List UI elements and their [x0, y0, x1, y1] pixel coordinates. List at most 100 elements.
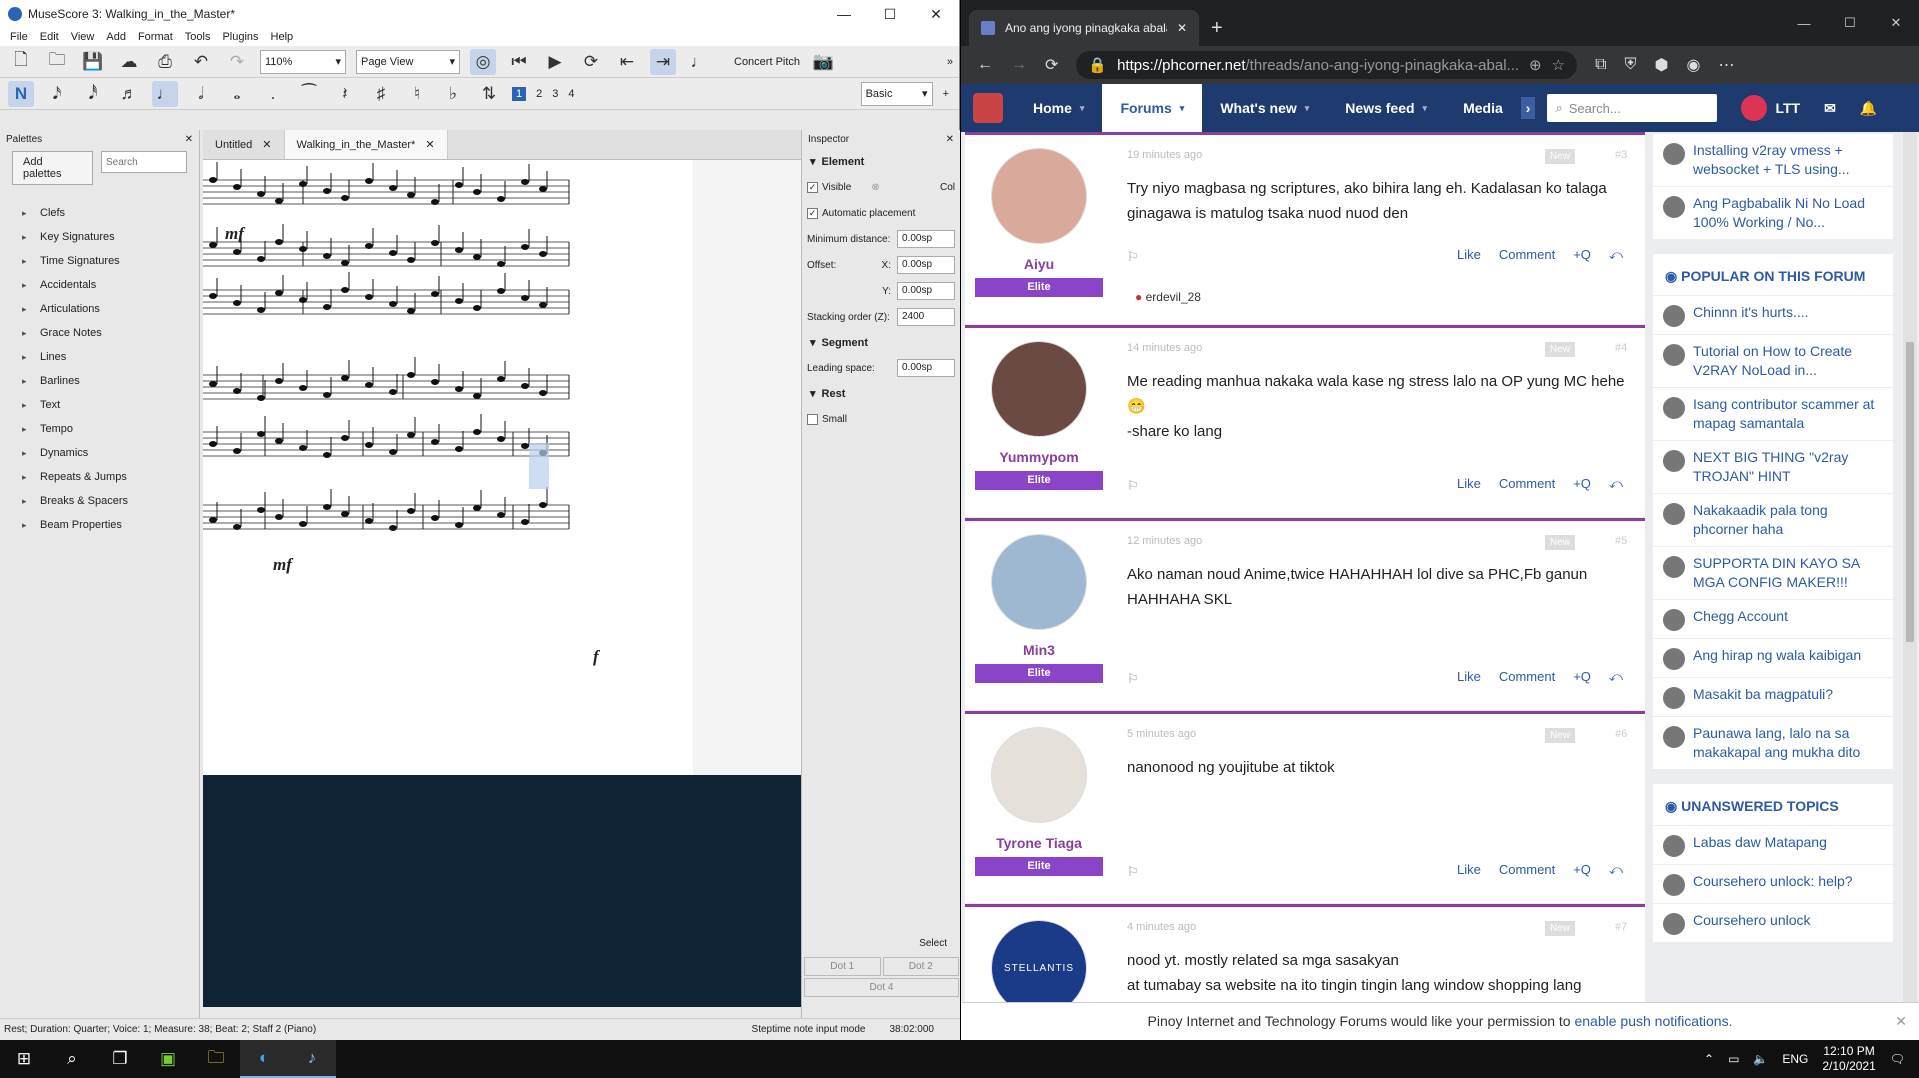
- overflow-icon[interactable]: »: [947, 56, 953, 68]
- palette-item[interactable]: Lines: [0, 345, 199, 369]
- phcorner-logo-icon[interactable]: [973, 93, 1003, 123]
- post-author[interactable]: Min3: [965, 642, 1113, 658]
- segment-section[interactable]: ▾ Segment: [802, 330, 960, 355]
- close-icon[interactable]: ✕: [946, 134, 954, 145]
- quote-button[interactable]: +Q: [1573, 476, 1591, 492]
- note-input-icon[interactable]: N: [8, 80, 34, 107]
- clock[interactable]: 12:10 PM 2/10/2021: [1822, 1044, 1875, 1074]
- extension-icon[interactable]: ⬢: [1655, 55, 1669, 75]
- site-search-input[interactable]: ⌕ Search...: [1547, 94, 1718, 122]
- post-author[interactable]: Aiyu: [965, 256, 1113, 272]
- flat-icon[interactable]: ♭: [440, 81, 466, 107]
- visible-checkbox[interactable]: ✓: [807, 181, 818, 193]
- report-flag-icon[interactable]: ⚐: [1127, 671, 1139, 687]
- quote-button[interactable]: +Q: [1573, 669, 1591, 685]
- offset-y-input[interactable]: 0.00sp: [897, 282, 955, 300]
- list-item[interactable]: Chegg Account: [1653, 600, 1893, 639]
- menu-format[interactable]: Format: [138, 31, 173, 43]
- open-folder-icon[interactable]: 🗀: [44, 49, 70, 75]
- list-item[interactable]: Ang Pagbabalik Ni No Load 100% Working /…: [1653, 187, 1893, 240]
- element-section[interactable]: ▾ Element: [802, 149, 960, 174]
- offset-x-input[interactable]: 0.00sp: [897, 256, 955, 274]
- redo-icon[interactable]: ↷: [224, 49, 250, 75]
- add-palettes-button[interactable]: Add palettes: [12, 151, 93, 185]
- share-icon[interactable]: ⤺: [1609, 862, 1623, 878]
- list-item[interactable]: NEXT BIG THING "v2ray TROJAN" HINT: [1653, 441, 1893, 494]
- palette-item[interactable]: Repeats & Jumps: [0, 465, 199, 489]
- network-icon[interactable]: ▭: [1728, 1052, 1739, 1066]
- user-name[interactable]: LTT: [1775, 100, 1800, 116]
- comment-button[interactable]: Comment: [1499, 247, 1555, 263]
- palette-item[interactable]: Articulations: [0, 297, 199, 321]
- half-note-icon[interactable]: 𝅗𝅥: [188, 81, 214, 107]
- menu-help[interactable]: Help: [271, 31, 294, 43]
- share-icon[interactable]: ⤺: [1609, 669, 1623, 685]
- palette-item[interactable]: Dynamics: [0, 441, 199, 465]
- user-avatar[interactable]: [1741, 95, 1768, 121]
- list-item[interactable]: Labas daw Matapang: [1653, 826, 1893, 865]
- mail-icon[interactable]: ✉: [1824, 100, 1836, 117]
- palette-item[interactable]: Beam Properties: [0, 513, 199, 537]
- min-distance-input[interactable]: 0.00sp: [897, 230, 955, 248]
- list-item[interactable]: Chinnn it's hurts....: [1653, 296, 1893, 335]
- avatar[interactable]: STELLANTIS: [991, 920, 1087, 1004]
- list-item[interactable]: Coursehero unlock: [1653, 904, 1893, 943]
- address-bar[interactable]: 🔒 https://phcorner.net/threads/ano-ang-i…: [1076, 51, 1578, 79]
- edge-browser-icon[interactable]: ◐: [240, 1040, 288, 1078]
- undo-icon[interactable]: ↶: [188, 49, 214, 75]
- zoom-select[interactable]: 110% ▾: [260, 49, 346, 74]
- dot-1-button[interactable]: Dot 1: [804, 957, 881, 976]
- tray-chevron-icon[interactable]: ⌃: [1704, 1052, 1714, 1066]
- post-time[interactable]: 5 minutes ago: [1127, 728, 1196, 740]
- upload-cloud-icon[interactable]: ☁: [116, 49, 142, 75]
- palette-item[interactable]: Key Signatures: [0, 225, 199, 249]
- extension-icon[interactable]: ⧉: [1595, 56, 1606, 74]
- share-icon[interactable]: ⤺: [1609, 476, 1623, 492]
- whole-note-icon[interactable]: 𝅝: [224, 81, 250, 107]
- post-time[interactable]: 12 minutes ago: [1127, 535, 1202, 547]
- list-item[interactable]: Tutorial on How to Create V2RAY NoLoad i…: [1653, 335, 1893, 388]
- post-number[interactable]: #4: [1615, 342, 1627, 354]
- enable-push-link[interactable]: enable push notifications.: [1574, 1013, 1732, 1029]
- avatar[interactable]: [991, 534, 1087, 630]
- small-checkbox[interactable]: [807, 413, 818, 425]
- sixteenth-note-icon[interactable]: ♬: [116, 81, 142, 107]
- natural-icon[interactable]: ♮: [404, 81, 430, 107]
- new-file-icon[interactable]: 🗋: [8, 49, 34, 75]
- rest-section[interactable]: ▾ Rest: [802, 381, 960, 406]
- list-item[interactable]: SUPPORTA DIN KAYO SA MGA CONFIG MAKER!!!: [1653, 547, 1893, 600]
- browser-tab[interactable]: Ano ang iyong pinagkaka abalahan ✕: [969, 10, 1199, 46]
- nav-media[interactable]: Media: [1445, 84, 1521, 132]
- close-icon[interactable]: ✕: [262, 138, 271, 151]
- post-author[interactable]: Tyrone Tiaga: [965, 835, 1113, 851]
- new-tab-icon[interactable]: +: [1211, 17, 1223, 40]
- loop-out-icon[interactable]: ⇥: [650, 48, 676, 75]
- list-item[interactable]: Nakakaadik pala tong phcorner haha: [1653, 494, 1893, 547]
- minimize-icon[interactable]: —: [1781, 16, 1827, 31]
- language-indicator[interactable]: ENG: [1782, 1052, 1808, 1066]
- play-icon[interactable]: ▶: [542, 49, 568, 75]
- workspace-select[interactable]: Basic ▾: [860, 81, 933, 106]
- list-item[interactable]: Isang contributor scammer at mapag saman…: [1653, 388, 1893, 441]
- camera-icon[interactable]: 📷: [810, 49, 836, 75]
- dot-icon[interactable]: .: [260, 81, 286, 107]
- post-time[interactable]: 4 minutes ago: [1127, 921, 1196, 933]
- close-icon[interactable]: ✕: [1895, 1003, 1907, 1039]
- windows-start-icon[interactable]: ⊞: [0, 1040, 48, 1078]
- close-icon[interactable]: ✕: [913, 6, 959, 23]
- close-icon[interactable]: ✕: [1177, 21, 1187, 35]
- palette-item[interactable]: Accidentals: [0, 273, 199, 297]
- voice-1-button[interactable]: 1: [512, 86, 527, 101]
- share-icon[interactable]: ⤺: [1609, 247, 1623, 263]
- report-flag-icon[interactable]: ⚐: [1127, 864, 1139, 880]
- post-number[interactable]: #7: [1615, 921, 1627, 933]
- tab-walking-in-the-master[interactable]: Walking_in_the_Master* ✕: [284, 130, 448, 159]
- thirty-second-note-icon[interactable]: 𝅘𝅥𝅰: [80, 81, 106, 107]
- add-icon[interactable]: ⊕: [1529, 56, 1542, 74]
- nav-news-feed[interactable]: News feed ▾: [1327, 84, 1445, 132]
- list-item[interactable]: Paunawa lang, lalo na sa makakapal ang m…: [1653, 717, 1893, 770]
- profile-avatar[interactable]: ◉: [1686, 55, 1700, 75]
- palette-item[interactable]: Clefs: [0, 201, 199, 225]
- menu-add[interactable]: Add: [106, 31, 126, 43]
- list-item[interactable]: Coursehero unlock: help?: [1653, 865, 1893, 904]
